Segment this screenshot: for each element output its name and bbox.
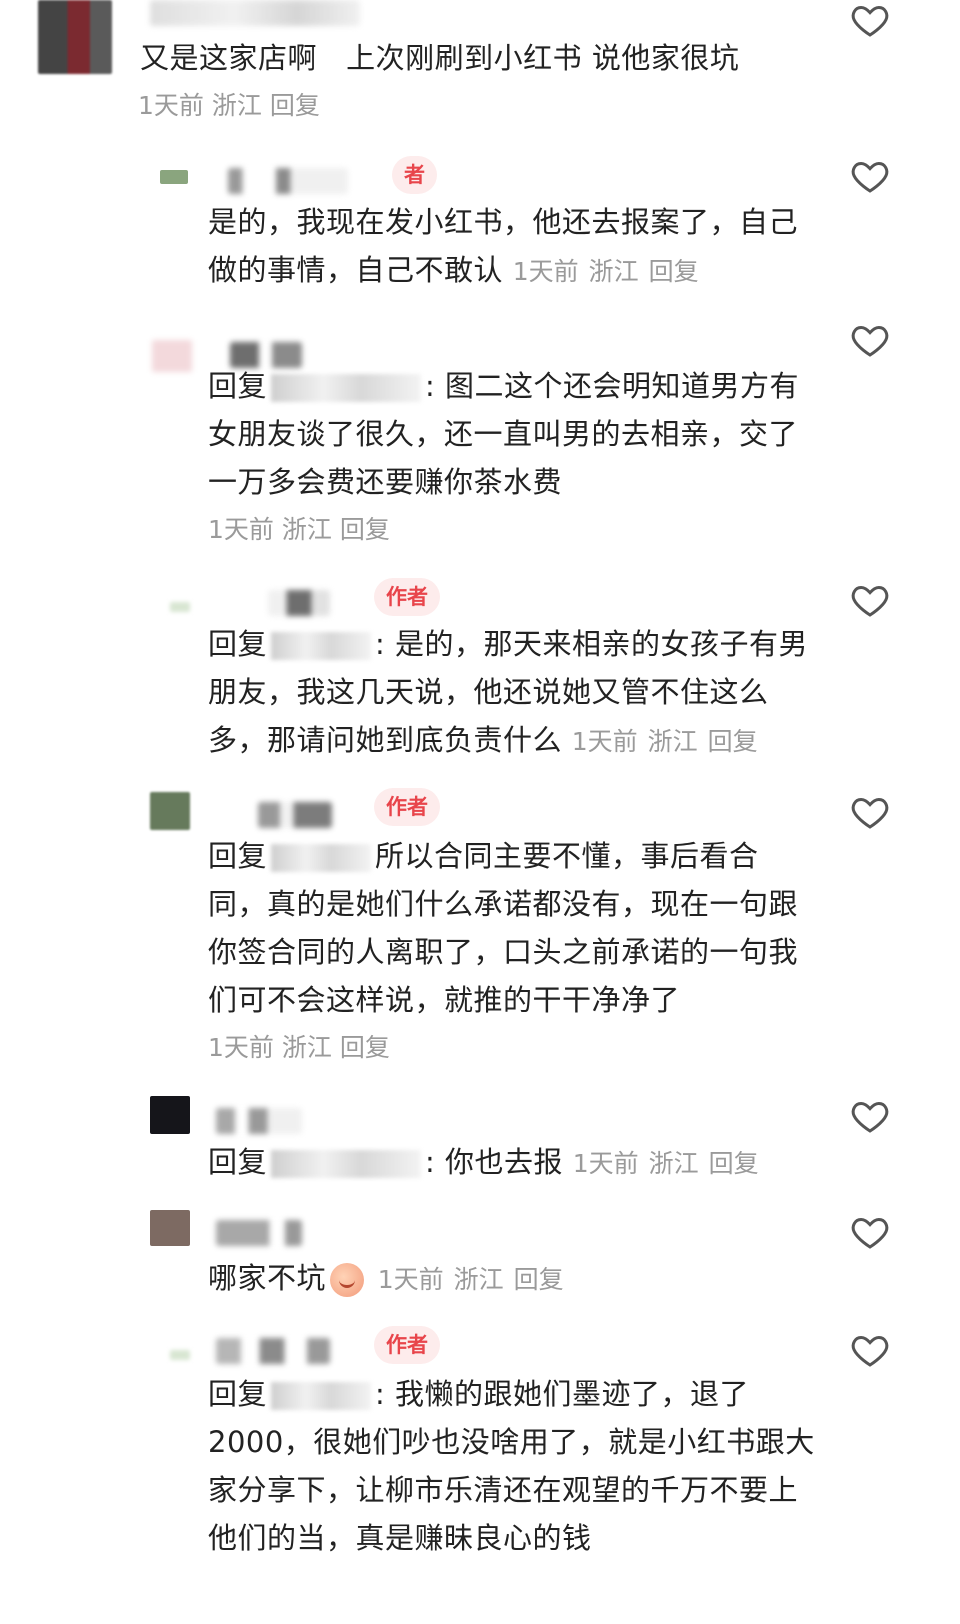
reply-prefix: 回复 bbox=[208, 369, 268, 403]
reply-button[interactable]: 回复 bbox=[514, 1265, 564, 1294]
username-masked[interactable] bbox=[216, 1338, 330, 1364]
comment-item: 作者 回复 所以合同主要不懂，事后看合同，真的是她们什么承诺都没有，现在一句跟你签… bbox=[0, 788, 960, 1078]
avatar[interactable] bbox=[150, 792, 190, 830]
author-badge: 作者 bbox=[374, 788, 440, 826]
avatar[interactable] bbox=[170, 602, 190, 612]
avatar[interactable] bbox=[38, 0, 112, 74]
author-badge: 者 bbox=[392, 156, 437, 194]
comment-meta: 1天前 浙江 回复 bbox=[208, 1028, 390, 1068]
comment-text: 回复 所以合同主要不懂，事后看合同，真的是她们什么承诺都没有，现在一句跟你签合同的… bbox=[208, 839, 799, 1017]
comment-meta: 1天前 浙江 回复 bbox=[378, 1265, 574, 1294]
reply-button[interactable]: 回复 bbox=[340, 515, 390, 544]
username-masked[interactable] bbox=[271, 844, 372, 872]
username-masked[interactable] bbox=[228, 168, 348, 194]
comment-location: 浙江 bbox=[588, 257, 639, 286]
heart-icon[interactable] bbox=[850, 792, 890, 832]
comment-item: 回复: 你也去报 1天前 浙江 回复 bbox=[0, 1094, 960, 1194]
comment-item: 作者 回复: 我懒的跟她们墨迹了，退了2000，很她们吵也没啥用了，就是小红书跟… bbox=[0, 1326, 960, 1624]
comment-location: 浙江 bbox=[281, 515, 332, 544]
reply-button[interactable]: 回复 bbox=[649, 257, 699, 286]
comment-time: 1天前 bbox=[208, 515, 274, 544]
author-badge: 作者 bbox=[374, 1326, 440, 1364]
username-masked[interactable] bbox=[258, 802, 332, 828]
comment-item: 又是这家店啊 上次刚刷到小红书 说他家很坑 1天前 浙江 回复 bbox=[0, 0, 960, 130]
reply-prefix: 回复 bbox=[208, 1377, 268, 1411]
comment-text: 回复: 图二这个还会明知道男方有女朋友谈了很久，还一直叫男的去相亲，交了一万多会… bbox=[208, 369, 800, 499]
comment-location: 浙江 bbox=[648, 1149, 699, 1178]
reply-button[interactable]: 回复 bbox=[270, 91, 320, 120]
comment-location: 浙江 bbox=[281, 1033, 332, 1062]
comment-item: 哪家不坑 1天前 浙江 回复 bbox=[0, 1208, 960, 1308]
heart-icon[interactable] bbox=[850, 156, 890, 196]
heart-icon[interactable] bbox=[850, 580, 890, 620]
comment-text: 是的，我现在发小红书，他还去报案了，自己做的事情，自己不敢认 1天前 浙江 回复 bbox=[208, 205, 799, 287]
comment-time: 1天前 bbox=[377, 1265, 444, 1294]
avatar[interactable] bbox=[150, 1210, 190, 1246]
comment-time: 1天前 bbox=[208, 1033, 274, 1062]
username-masked[interactable] bbox=[271, 1150, 422, 1178]
comment-time: 1天前 bbox=[512, 257, 579, 286]
comment-time: 1天前 bbox=[572, 1149, 639, 1178]
username-masked[interactable] bbox=[268, 590, 330, 616]
comment-text: 又是这家店啊 上次刚刷到小红书 说他家很坑 bbox=[140, 41, 740, 75]
comment-location: 浙江 bbox=[453, 1265, 504, 1294]
comment-text: 哪家不坑 1天前 浙江 回复 bbox=[208, 1254, 828, 1304]
comment-meta: 1天前 浙江 回复 bbox=[572, 727, 768, 756]
reply-prefix: 回复 bbox=[208, 1145, 268, 1179]
heart-icon[interactable] bbox=[850, 1212, 890, 1252]
reply-button[interactable]: 回复 bbox=[709, 1149, 759, 1178]
heart-icon[interactable] bbox=[850, 1330, 890, 1370]
username-masked[interactable] bbox=[150, 0, 360, 26]
username-masked[interactable] bbox=[216, 1108, 302, 1134]
avatar[interactable] bbox=[170, 1350, 190, 1360]
comment-text: 回复: 你也去报 1天前 浙江 回复 bbox=[208, 1138, 828, 1188]
reply-button[interactable]: 回复 bbox=[708, 727, 758, 756]
peach-face-emoji bbox=[330, 1263, 365, 1297]
comment-meta: 1天前 浙江 回复 bbox=[573, 1149, 769, 1178]
comment-location: 浙江 bbox=[211, 91, 262, 120]
heart-icon[interactable] bbox=[850, 0, 890, 40]
comment-meta: 1天前 浙江 回复 bbox=[513, 257, 709, 286]
username-masked[interactable] bbox=[271, 1382, 372, 1410]
avatar[interactable] bbox=[150, 1096, 190, 1134]
reply-button[interactable]: 回复 bbox=[340, 1033, 390, 1062]
reply-prefix: 回复 bbox=[208, 839, 268, 873]
reply-prefix: 回复 bbox=[208, 627, 268, 661]
comment-item: 作者 回复: 是的，那天来相亲的女孩子有男朋友，我这几天说，他还说她又管不住这么… bbox=[0, 576, 960, 766]
comment-text: 回复: 我懒的跟她们墨迹了，退了2000，很她们吵也没啥用了，就是小红书跟大家分… bbox=[208, 1377, 815, 1555]
username-masked[interactable] bbox=[216, 1220, 302, 1246]
username-masked[interactable] bbox=[271, 632, 372, 660]
comment-time: 1天前 bbox=[138, 91, 204, 120]
heart-icon[interactable] bbox=[850, 1096, 890, 1136]
comment-text: 回复: 是的，那天来相亲的女孩子有男朋友，我这几天说，他还说她又管不住这么多，那… bbox=[208, 627, 809, 757]
comment-item: 者 是的，我现在发小红书，他还去报案了，自己做的事情，自己不敢认 1天前 浙江 回复 bbox=[0, 150, 960, 300]
avatar[interactable] bbox=[152, 340, 192, 372]
comment-item: 回复: 图二这个还会明知道男方有女朋友谈了很久，还一直叫男的去相亲，交了一万多会… bbox=[0, 320, 960, 560]
heart-icon[interactable] bbox=[850, 320, 890, 360]
username-masked[interactable] bbox=[271, 374, 422, 402]
comment-meta: 1天前 浙江 回复 bbox=[138, 86, 320, 126]
comment-time: 1天前 bbox=[571, 727, 638, 756]
avatar[interactable] bbox=[160, 170, 188, 184]
comment-location: 浙江 bbox=[647, 727, 698, 756]
author-badge: 作者 bbox=[374, 578, 440, 616]
comment-meta: 1天前 浙江 回复 bbox=[208, 510, 390, 550]
